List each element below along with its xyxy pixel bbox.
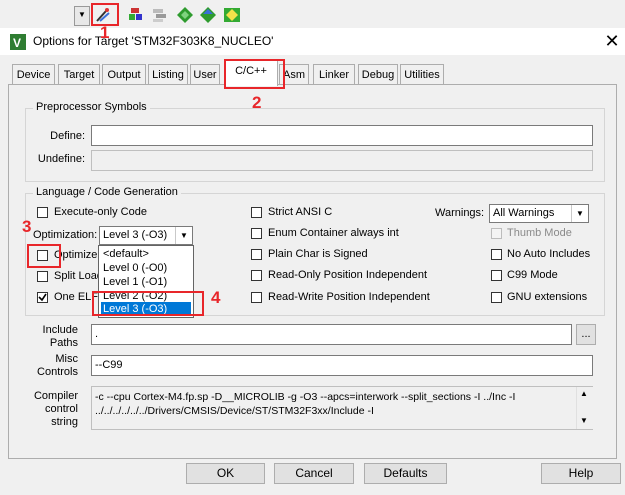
- misc-controls-label-1: Misc: [55, 353, 78, 365]
- chevron-up-icon[interactable]: ▲: [580, 389, 588, 398]
- ropi-checkbox[interactable]: [251, 270, 262, 281]
- dropdown-option-default[interactable]: <default>: [101, 247, 191, 261]
- gnu-extensions-checkbox[interactable]: [491, 292, 502, 303]
- execute-only-checkbox[interactable]: [37, 207, 48, 218]
- svg-text:V: V: [13, 36, 21, 50]
- compiler-label-3: string: [51, 416, 78, 428]
- enum-container-label: Enum Container always int: [268, 227, 399, 239]
- annotation-box-2: [224, 59, 285, 89]
- annotation-number-4: 4: [211, 288, 221, 307]
- diamond-move-icon[interactable]: [199, 6, 217, 24]
- warnings-label: Warnings:: [435, 207, 485, 219]
- dialog-title: Options for Target 'STM32F303K8_NUCLEO': [33, 34, 274, 48]
- close-icon[interactable]: ✕: [602, 31, 622, 51]
- misc-controls-input[interactable]: --C99: [91, 355, 593, 376]
- tab-debug[interactable]: Debug: [358, 64, 398, 85]
- tab-user[interactable]: User: [190, 64, 220, 85]
- dropdown-arrow-icon[interactable]: ▼: [74, 6, 90, 26]
- language-group-title: Language / Code Generation: [33, 186, 181, 198]
- help-button[interactable]: Help: [541, 463, 621, 484]
- rwpi-label: Read-Write Position Independent: [268, 291, 430, 303]
- ropi-label: Read-Only Position Independent: [268, 269, 427, 281]
- undefine-input[interactable]: [91, 150, 593, 171]
- misc-controls-label-2: Controls: [37, 366, 78, 378]
- thumb-mode-label: Thumb Mode: [507, 227, 572, 239]
- define-input[interactable]: [91, 125, 593, 146]
- split-load-checkbox[interactable]: [37, 271, 48, 282]
- warnings-value: All Warnings: [493, 207, 555, 219]
- diamond-green-icon[interactable]: [176, 6, 194, 24]
- gnu-extensions-label: GNU extensions: [507, 291, 588, 303]
- execute-only-label: Execute-only Code: [54, 206, 147, 218]
- no-auto-includes-checkbox[interactable]: [491, 249, 502, 260]
- dropdown-option-o0[interactable]: Level 0 (-O0): [101, 261, 191, 275]
- tab-utilities[interactable]: Utilities: [400, 64, 444, 85]
- compiler-label-2: control: [44, 403, 78, 415]
- tab-device[interactable]: Device: [12, 64, 55, 85]
- annotation-box-3: [27, 244, 61, 268]
- misc-controls-value: --C99: [95, 359, 123, 371]
- tab-listing[interactable]: Listing: [148, 64, 188, 85]
- include-paths-input[interactable]: .: [91, 324, 572, 345]
- defaults-button[interactable]: Defaults: [364, 463, 447, 484]
- cancel-button[interactable]: Cancel: [274, 463, 354, 484]
- checkmark-icon: [38, 293, 47, 302]
- undefine-label: Undefine:: [37, 153, 85, 165]
- one-elf-checkbox[interactable]: [37, 292, 48, 303]
- include-paths-label-2: Paths: [49, 337, 78, 349]
- plain-char-checkbox[interactable]: [251, 249, 262, 260]
- stack-icon[interactable]: [127, 6, 145, 24]
- ok-button[interactable]: OK: [186, 463, 265, 484]
- compiler-line-2: ../../../../../../Drivers/CMSIS/Device/S…: [95, 405, 374, 417]
- chevron-down-icon[interactable]: ▼: [175, 227, 192, 244]
- annotation-number-1: 1: [100, 23, 110, 42]
- keil-app-icon: V: [10, 34, 26, 50]
- enum-container-checkbox[interactable]: [251, 228, 262, 239]
- strict-ansi-checkbox[interactable]: [251, 207, 262, 218]
- diamond-multi-icon[interactable]: [223, 6, 241, 24]
- annotation-box-4: [92, 291, 204, 316]
- optimization-select[interactable]: Level 3 (-O3) ▼: [99, 226, 193, 245]
- strict-ansi-label: Strict ANSI C: [268, 206, 333, 218]
- optimization-value: Level 3 (-O3): [103, 229, 168, 241]
- optimization-label: Optimization:: [33, 229, 98, 241]
- warnings-select[interactable]: All Warnings ▼: [489, 204, 589, 223]
- c99-mode-checkbox[interactable]: [491, 270, 502, 281]
- tab-linker[interactable]: Linker: [313, 64, 355, 85]
- compiler-control-string: -c --cpu Cortex-M4.fp.sp -D__MICROLIB -g…: [91, 386, 593, 430]
- c99-mode-label: C99 Mode: [507, 269, 558, 281]
- define-label: Define:: [50, 130, 85, 142]
- plain-char-label: Plain Char is Signed: [268, 248, 368, 260]
- dropdown-option-o1[interactable]: Level 1 (-O1): [101, 275, 191, 289]
- tab-target[interactable]: Target: [58, 64, 100, 85]
- rwpi-checkbox[interactable]: [251, 292, 262, 303]
- tab-output[interactable]: Output: [102, 64, 146, 85]
- compiler-scrollbar[interactable]: ▲ ▼: [576, 387, 593, 429]
- chevron-down-icon[interactable]: ▼: [580, 416, 588, 425]
- layers-icon[interactable]: [151, 6, 169, 24]
- preprocessor-group-title: Preprocessor Symbols: [33, 101, 150, 113]
- compiler-line-1: -c --cpu Cortex-M4.fp.sp -D__MICROLIB -g…: [95, 391, 516, 403]
- chevron-down-icon[interactable]: ▼: [571, 205, 588, 222]
- thumb-mode-checkbox[interactable]: [491, 228, 502, 239]
- include-browse-button[interactable]: ...: [576, 324, 596, 345]
- annotation-number-2: 2: [252, 93, 262, 112]
- include-paths-label-1: Include: [42, 324, 78, 336]
- split-load-label: Split Load: [54, 270, 103, 282]
- include-paths-value: .: [95, 328, 99, 340]
- optimize-for-time-label: Optimize f: [54, 249, 104, 261]
- compiler-label-1: Compiler: [33, 390, 78, 402]
- annotation-number-3: 3: [22, 217, 32, 236]
- no-auto-includes-label: No Auto Includes: [507, 248, 591, 260]
